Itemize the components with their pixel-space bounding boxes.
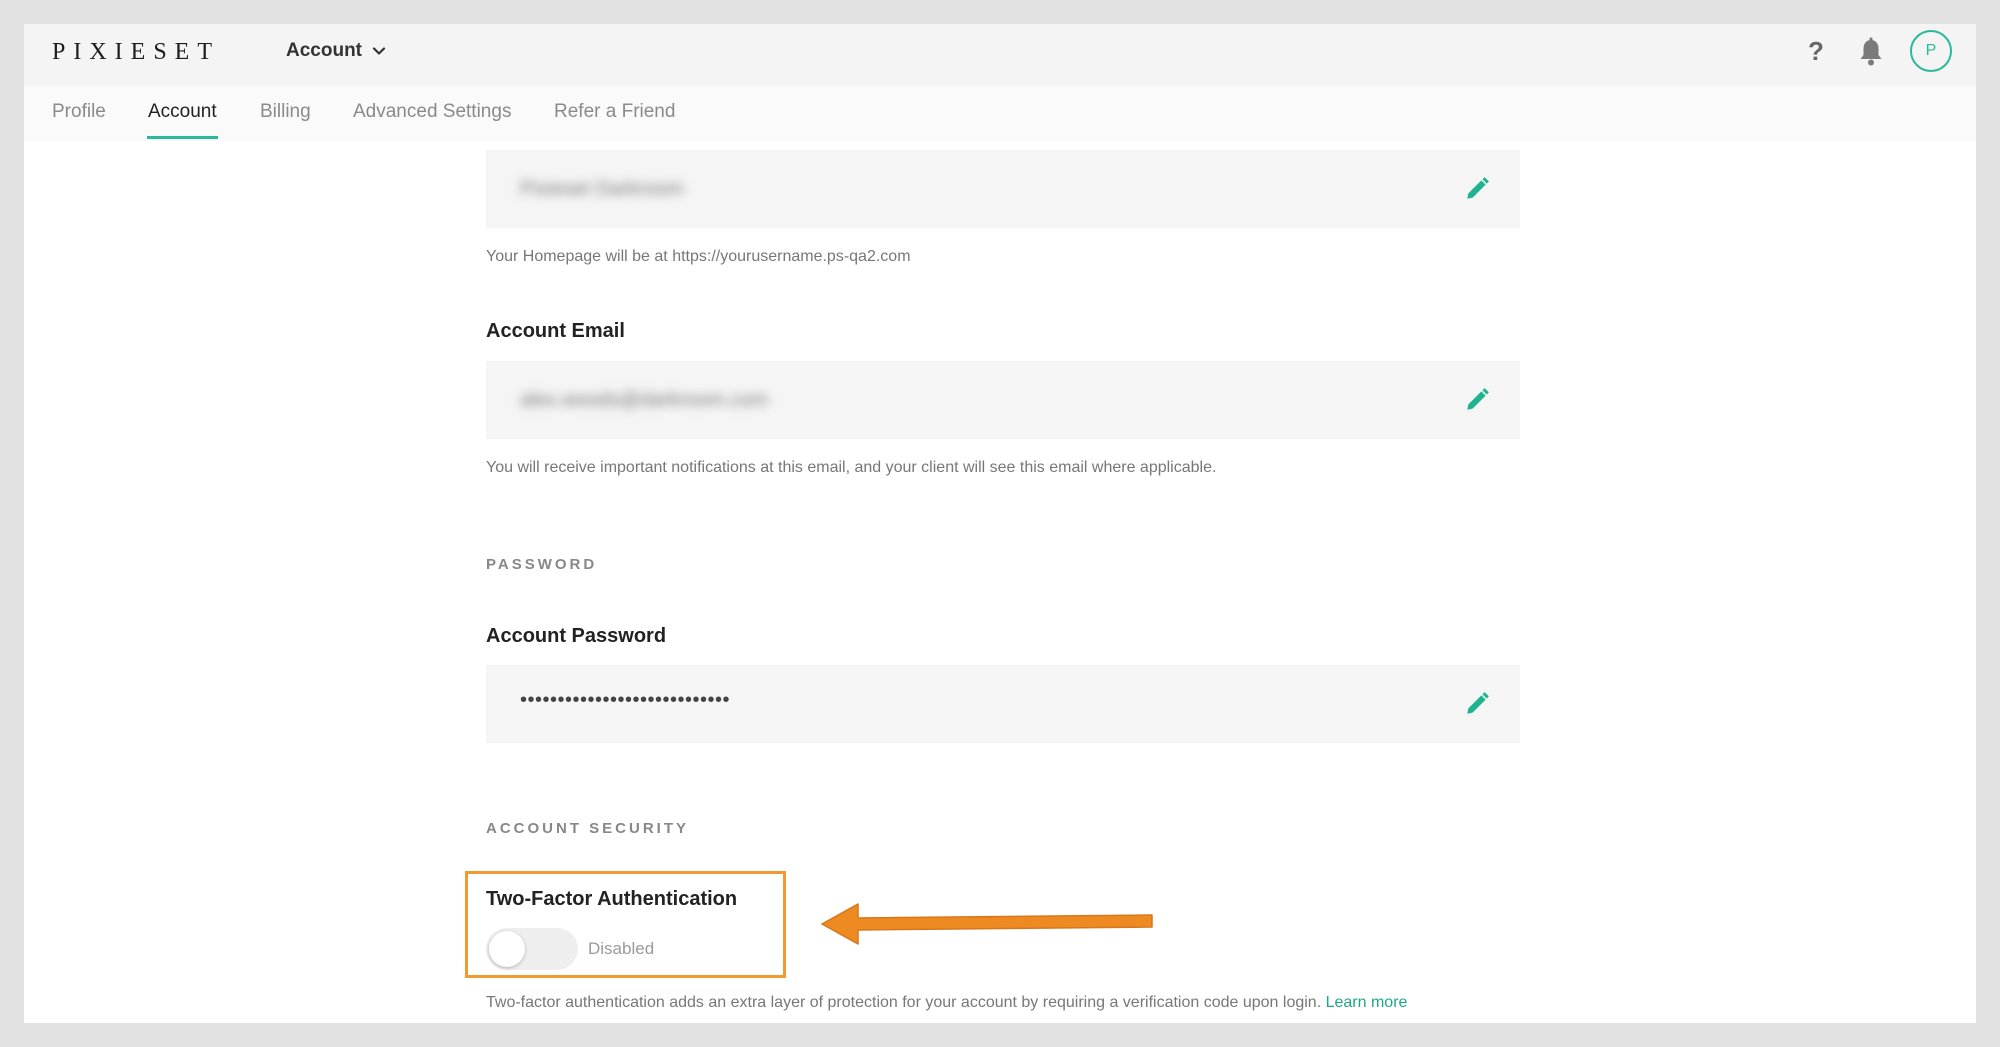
two-factor-description-text: Two-factor authentication adds an extra …	[486, 994, 1322, 1011]
account-password-label: Account Password	[486, 625, 667, 647]
bell-icon[interactable]	[1858, 37, 1884, 67]
top-bar: PIXIESET Account ? P	[24, 24, 1976, 86]
email-value: alex.woods@darkroom.com	[520, 389, 769, 411]
homepage-help-text: Your Homepage will be at https://youruse…	[486, 248, 911, 265]
email-help-text: You will receive important notifications…	[486, 459, 1217, 476]
two-factor-toggle[interactable]	[486, 928, 578, 970]
account-menu-label: Account	[286, 40, 362, 61]
tab-account[interactable]: Account	[147, 86, 218, 141]
app-window: PIXIESET Account ? P Profile Account Bil…	[24, 24, 1976, 1023]
settings-tabs: Profile Account Billing Advanced Setting…	[24, 86, 1976, 141]
toggle-knob	[489, 931, 525, 967]
tab-billing[interactable]: Billing	[260, 86, 311, 141]
pencil-icon[interactable]	[1464, 387, 1490, 413]
password-field[interactable]: ••••••••••••••••••••••••••••	[486, 665, 1520, 743]
avatar[interactable]: P	[1910, 30, 1952, 72]
pencil-icon[interactable]	[1464, 691, 1490, 717]
tab-refer-a-friend[interactable]: Refer a Friend	[554, 86, 675, 141]
username-value: Pixieset Darkroom	[520, 178, 684, 200]
help-icon[interactable]: ?	[1808, 36, 1824, 67]
email-field[interactable]: alex.woods@darkroom.com	[486, 361, 1520, 439]
account-menu-button[interactable]: Account	[286, 40, 386, 62]
two-factor-status: Disabled	[588, 939, 655, 958]
password-section-heading: PASSWORD	[486, 556, 598, 573]
learn-more-link[interactable]: Learn more	[1326, 994, 1408, 1011]
annotation-arrow-icon	[821, 903, 1153, 945]
tab-profile[interactable]: Profile	[52, 86, 106, 141]
brand-logo[interactable]: PIXIESET	[52, 39, 220, 66]
password-value: ••••••••••••••••••••••••••••	[520, 689, 731, 711]
pencil-icon[interactable]	[1464, 176, 1490, 202]
tab-advanced-settings[interactable]: Advanced Settings	[353, 86, 511, 141]
two-factor-description: Two-factor authentication adds an extra …	[486, 994, 1407, 1012]
account-email-label: Account Email	[486, 320, 625, 342]
chevron-down-icon	[372, 47, 386, 55]
account-security-heading: ACCOUNT SECURITY	[486, 820, 690, 837]
two-factor-label: Two-Factor Authentication	[486, 888, 738, 910]
username-field[interactable]: Pixieset Darkroom	[486, 150, 1520, 228]
